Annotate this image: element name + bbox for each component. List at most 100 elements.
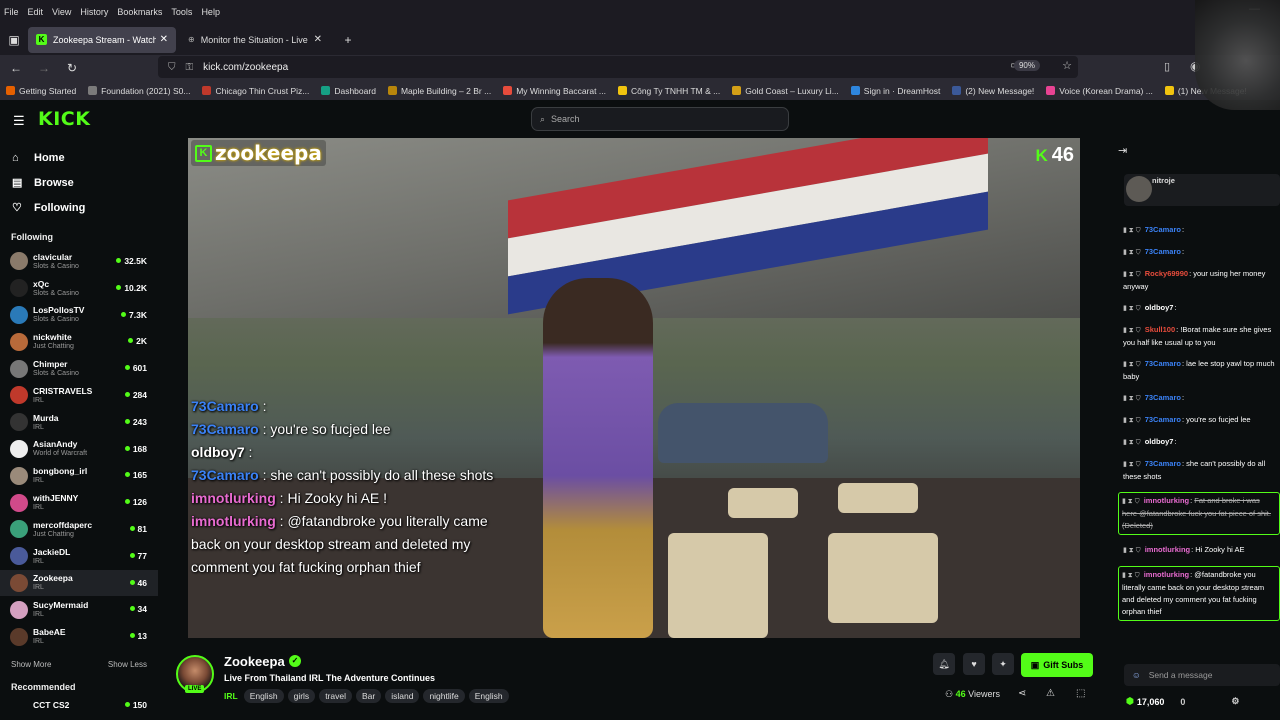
chat-message: ▮ ⧗ ⛉ imnotlurking: Hi Zooky hi AE	[1123, 545, 1245, 554]
menu-item-tools[interactable]: Tools	[171, 7, 192, 17]
channel-category: IRL	[33, 638, 44, 646]
bookmark-item[interactable]: Foundation (2021) S0...	[88, 86, 190, 96]
sidebar-channel[interactable]: nickwhite Just Chatting 2K	[0, 328, 158, 355]
sidebar-channel[interactable]: Chimper Slots & Casino 601	[0, 355, 158, 382]
sidebar-channel[interactable]: JackieDL IRL 77	[0, 543, 158, 570]
sidebar-channel[interactable]: BabeAE IRL 13	[0, 623, 158, 650]
sidebar-nav-browse[interactable]: ▤ Browse	[0, 170, 158, 195]
reload-icon[interactable]: ↻	[58, 61, 86, 75]
chat-badge-icons: ▮ ⧗ ⛉	[1122, 572, 1140, 579]
forward-icon[interactable]: →	[30, 61, 58, 75]
tab-monitor[interactable]: ⊕ Monitor the Situation - Live Glob ✕	[180, 27, 330, 53]
chat-username[interactable]: oldboy7	[1145, 437, 1174, 446]
chat-username[interactable]: oldboy7	[1145, 303, 1174, 312]
sidebar-icon[interactable]: ▯	[1164, 60, 1170, 73]
chat-username[interactable]: imnotlurking	[1145, 545, 1190, 554]
menu-item-help[interactable]: Help	[201, 7, 220, 17]
share-icon[interactable]: ⋖	[1018, 688, 1026, 699]
bookmark-item[interactable]: Getting Started	[6, 86, 76, 96]
menu-item-view[interactable]: View	[52, 7, 71, 17]
chat-username[interactable]: 73Camaro	[1145, 415, 1181, 424]
menu-icon[interactable]: ☰	[13, 113, 25, 129]
menu-item-bookmarks[interactable]: Bookmarks	[117, 7, 162, 17]
shield-icon[interactable]: ⛉	[168, 62, 176, 73]
sidebar-channel[interactable]: SucyMermaid IRL 34	[0, 596, 158, 623]
sidebar-channel[interactable]: clavicular Slots & Casino 32.5K	[0, 248, 158, 275]
category-link[interactable]: IRL	[224, 691, 238, 701]
bookmark-item[interactable]: My Winning Baccarat ...	[503, 86, 606, 96]
streamer-name[interactable]: Zookeepa	[224, 654, 285, 669]
sidebar-channel[interactable]: AsianAndy World of Warcraft 168	[0, 436, 158, 463]
show-less-button[interactable]: Show Less	[108, 660, 147, 669]
chat-username[interactable]: imnotlurking	[1144, 570, 1189, 579]
kick-logo[interactable]: KICK	[38, 108, 90, 130]
channel-avatar	[10, 252, 28, 271]
sidebar-channel[interactable]: mercoffdaperc Just Chatting 81	[0, 516, 158, 543]
video-player[interactable]: K zookeepa K 46 73Camaro : 73Camaro : you…	[188, 138, 1080, 638]
chat-text: Hi Zooky hi AE	[1195, 545, 1245, 554]
chat-username[interactable]: Rocky69990	[1145, 269, 1188, 278]
menu-item-history[interactable]: History	[80, 7, 108, 17]
sidebar-channel[interactable]: LosPollosTV Slots & Casino 7.3K	[0, 302, 158, 329]
emote-icon[interactable]: ☺	[1132, 670, 1141, 680]
gift-subs-button[interactable]: ▣ Gift Subs	[1021, 653, 1093, 677]
pinned-banner[interactable]: nitroje	[1124, 174, 1280, 206]
menu-item-edit[interactable]: Edit	[28, 7, 44, 17]
follow-heart-button[interactable]: ♥	[963, 653, 985, 675]
stream-tag[interactable]: English	[468, 689, 509, 703]
sidebar-channel[interactable]: CRISTRAVELS IRL 284	[0, 382, 158, 409]
show-more-button[interactable]: Show More	[11, 660, 51, 669]
bookmark-item[interactable]: Voice (Korean Drama) ...	[1046, 86, 1153, 96]
close-tab-icon[interactable]: ✕	[314, 34, 322, 45]
bookmark-item[interactable]: Gold Coast – Luxury Li...	[732, 86, 839, 96]
close-tab-icon[interactable]: ✕	[160, 34, 168, 45]
stream-tag[interactable]: nightlife	[423, 689, 465, 703]
sidebar-channel[interactable]: Zookeepa IRL 46	[0, 569, 158, 597]
settings-icon[interactable]: ⚙	[1231, 696, 1239, 707]
stream-tag[interactable]: girls	[287, 689, 316, 703]
collapse-chat-icon[interactable]: ⇥	[1112, 144, 1280, 158]
chat-input[interactable]: ☺ Send a message	[1124, 664, 1280, 686]
url-bar[interactable]: ⛉ ⚿ kick.com/zookeepa ▭ 90% ☆	[158, 56, 1078, 78]
sidebar-channel[interactable]: Murda IRL 243	[0, 409, 158, 436]
new-tab-icon[interactable]: +	[334, 33, 362, 47]
stream-info: LIVE Zookeepa ✓ Live From Thailand IRL T…	[158, 638, 1112, 720]
tab-zookeepa[interactable]: K Zookeepa Stream - Watch Li ✕	[28, 26, 176, 53]
bookmark-item[interactable]: (2) New Message!	[952, 86, 1034, 96]
zoom-level[interactable]: 90%	[1013, 60, 1040, 71]
sidebar-nav-following[interactable]: ♡ Following	[0, 195, 158, 220]
report-icon[interactable]: ⚠	[1046, 688, 1055, 699]
sidebar-channel-recommended[interactable]: CCT CS2 150	[0, 698, 158, 712]
stream-tag[interactable]: Bar	[355, 689, 382, 703]
bookmark-item[interactable]: Chicago Thin Crust Piz...	[202, 86, 309, 96]
chat-username[interactable]: 73Camaro	[1145, 225, 1181, 234]
search-input[interactable]: ⌕ Search	[531, 107, 789, 131]
lock-icon[interactable]: ⚿	[186, 62, 194, 73]
bookmark-item[interactable]: Sign in · DreamHost	[850, 86, 940, 96]
bookmark-item[interactable]: Công Ty TNHH TM & ...	[617, 86, 720, 96]
back-icon[interactable]: ←	[2, 61, 30, 75]
boost-button[interactable]: ✦	[992, 653, 1014, 675]
bookmark-item[interactable]: Dashboard	[321, 86, 376, 96]
stream-tag[interactable]: English	[243, 689, 284, 703]
tab-list-icon[interactable]: ▣	[0, 33, 28, 47]
stream-tag[interactable]: travel	[319, 689, 352, 703]
sidebar-channel[interactable]: bongbong_irl IRL 165	[0, 462, 158, 489]
channel-text: Zookeepa IRL	[33, 573, 73, 592]
chat-username[interactable]: 73Camaro	[1145, 247, 1181, 256]
chat-username[interactable]: imnotlurking	[1144, 496, 1189, 505]
menu-item-file[interactable]: File	[4, 7, 19, 17]
sidebar-channel[interactable]: xQc Slots & Casino 10.2K	[0, 275, 158, 302]
clip-icon[interactable]: ⬚	[1076, 688, 1085, 699]
sidebar-nav-home[interactable]: ⌂ Home	[0, 145, 158, 170]
chat-username[interactable]: 73Camaro	[1145, 459, 1181, 468]
chat-username[interactable]: 73Camaro	[1145, 359, 1181, 368]
chat-username[interactable]: Skull100	[1145, 325, 1175, 334]
chat-username[interactable]: 73Camaro	[1145, 393, 1181, 402]
bookmark-star-icon[interactable]: ☆	[1062, 59, 1072, 72]
chat-message: ▮ ⧗ ⛉ 73Camaro: lae lee stop yawl top muc…	[1123, 359, 1275, 381]
notification-bell-button[interactable]: 🔔︎	[933, 653, 955, 675]
stream-tag[interactable]: island	[385, 689, 420, 703]
bookmark-item[interactable]: Maple Building – 2 Br ...	[387, 86, 491, 96]
sidebar-channel[interactable]: withJENNY IRL 126	[0, 489, 158, 516]
